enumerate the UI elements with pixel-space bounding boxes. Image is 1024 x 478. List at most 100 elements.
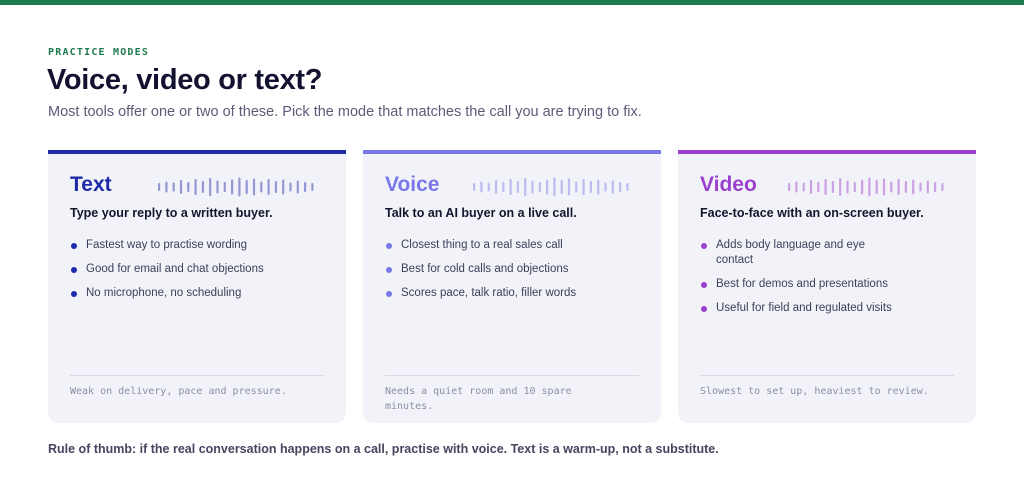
bullet-icon xyxy=(701,243,707,249)
waveform-bar xyxy=(560,180,563,194)
list-item: Best for cold calls and objections xyxy=(385,262,585,277)
waveform-bar xyxy=(480,181,483,193)
waveform-bar xyxy=(531,180,534,194)
list-item-text: Best for demos and presentations xyxy=(716,278,888,290)
list-item: No microphone, no scheduling xyxy=(70,286,290,301)
card-accent-bar xyxy=(363,150,661,154)
card-weakness: Slowest to set up, heaviest to review. xyxy=(700,386,929,397)
waveform-bar xyxy=(524,178,527,196)
list-item: Useful for field and regulated visits xyxy=(700,301,900,316)
card-tagline: Face-to-face with an on-screen buyer. xyxy=(700,206,924,220)
waveform-bar xyxy=(473,183,476,191)
feature-list: Fastest way to practise wording Good for… xyxy=(70,238,290,310)
waveform-bar xyxy=(912,179,915,195)
waveform-bar xyxy=(795,181,798,193)
waveform-bar xyxy=(546,179,549,195)
waveform-bar xyxy=(245,180,248,194)
feature-list: Adds body language and eye contact Best … xyxy=(700,238,900,325)
card-weakness: Weak on delivery, pace and pressure. xyxy=(70,386,287,397)
waveform-bar xyxy=(875,180,878,194)
waveform-bar xyxy=(238,177,241,197)
list-item-text: Best for cold calls and objections xyxy=(401,263,569,275)
waveform-bar xyxy=(904,181,907,193)
waveform-bar xyxy=(839,178,842,196)
feature-list: Closest thing to a real sales call Best … xyxy=(385,238,585,310)
waveform-bar xyxy=(209,178,212,196)
waveform-bar xyxy=(868,177,871,197)
waveform-bar xyxy=(926,180,929,194)
waveform-bar xyxy=(919,182,922,192)
bullet-icon xyxy=(386,291,392,297)
waveform-bar xyxy=(158,183,161,191)
waveform-bar xyxy=(597,179,600,195)
waveform-bar xyxy=(626,183,629,191)
waveform-bar xyxy=(934,182,937,192)
waveform-bar xyxy=(231,179,234,195)
card-weakness: Needs a quiet room and 10 spare minutes. xyxy=(385,386,572,412)
waveform-bar xyxy=(897,179,900,195)
waveform-bar xyxy=(788,183,791,191)
waveform-bar xyxy=(824,179,827,195)
rule-of-thumb: Rule of thumb: if the real conversation … xyxy=(48,442,719,456)
waveform-bar xyxy=(553,177,556,197)
waveform-icon xyxy=(158,177,314,197)
waveform-bar xyxy=(267,179,270,195)
card-accent-bar xyxy=(48,150,346,154)
waveform-bar xyxy=(817,182,820,192)
waveform-bar xyxy=(853,182,856,192)
waveform-bar xyxy=(187,182,190,192)
card-tagline: Type your reply to a written buyer. xyxy=(70,206,273,220)
waveform-bar xyxy=(831,181,834,193)
waveform-bar xyxy=(802,182,805,192)
waveform-bar xyxy=(589,181,592,193)
bullet-icon xyxy=(701,282,707,288)
waveform-bar xyxy=(282,179,285,195)
list-item: Adds body language and eye contact xyxy=(700,238,900,268)
waveform-bar xyxy=(274,181,277,193)
list-item-text: Scores pace, talk ratio, filler words xyxy=(401,287,577,299)
waveform-bar xyxy=(165,181,168,193)
waveform-bar xyxy=(567,178,571,196)
list-item: Best for demos and presentations xyxy=(700,277,900,292)
mode-card-voice: Voice Talk to an AI buyer on a live call… xyxy=(363,150,661,423)
bullet-icon xyxy=(386,243,392,249)
card-title: Video xyxy=(700,173,757,196)
card-title: Voice xyxy=(385,173,440,196)
waveform-bar xyxy=(516,181,519,193)
list-item-text: Good for email and chat objections xyxy=(86,263,264,275)
bullet-icon xyxy=(701,306,707,312)
bullet-icon xyxy=(71,243,77,249)
divider xyxy=(70,375,324,376)
card-accent-bar xyxy=(678,150,976,154)
waveform-bar xyxy=(890,181,893,193)
waveform-bar xyxy=(172,182,175,192)
list-item-text: Closest thing to a real sales call xyxy=(401,239,563,251)
eyebrow-label: PRACTICE MODES xyxy=(48,47,150,58)
divider xyxy=(385,375,639,376)
waveform-bar xyxy=(311,183,314,191)
bullet-icon xyxy=(71,267,77,273)
waveform-bar xyxy=(619,182,622,192)
list-item: Good for email and chat objections xyxy=(70,262,290,277)
page-subtitle: Most tools offer one or two of these. Pi… xyxy=(48,104,642,120)
waveform-bar xyxy=(223,182,226,192)
waveform-bar xyxy=(582,179,585,195)
list-item-text: No microphone, no scheduling xyxy=(86,287,242,299)
waveform-bar xyxy=(194,179,197,195)
waveform-bar xyxy=(509,179,512,195)
waveform-bar xyxy=(846,180,849,194)
waveform-bar xyxy=(252,178,256,196)
list-item-text: Fastest way to practise wording xyxy=(86,239,248,251)
waveform-bar xyxy=(941,183,944,191)
divider xyxy=(700,375,954,376)
waveform-bar xyxy=(216,180,219,194)
waveform-icon xyxy=(473,177,629,197)
bullet-icon xyxy=(71,291,77,297)
waveform-bar xyxy=(260,181,263,193)
bullet-icon xyxy=(386,267,392,273)
waveform-bar xyxy=(575,181,578,193)
waveform-bar xyxy=(882,178,886,196)
waveform-bar xyxy=(201,181,204,193)
list-item: Scores pace, talk ratio, filler words xyxy=(385,286,585,301)
waveform-bar xyxy=(289,182,292,192)
